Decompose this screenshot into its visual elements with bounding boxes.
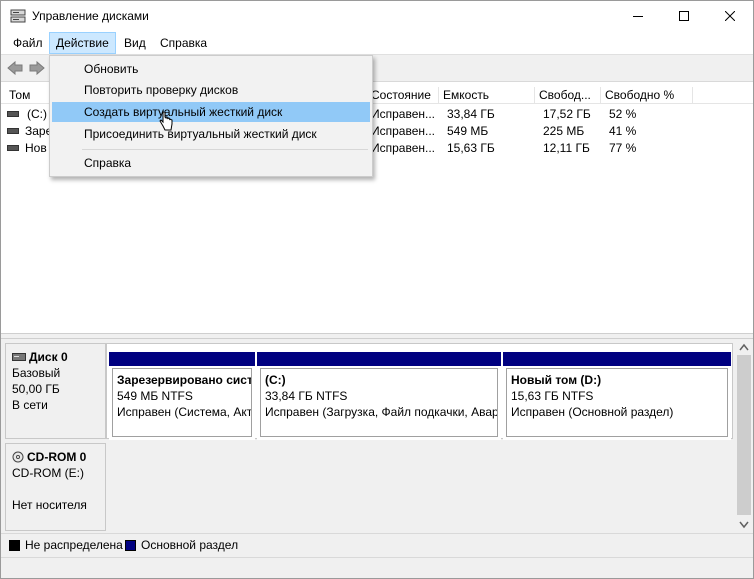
column-header-status[interactable]: Состояние xyxy=(367,87,439,104)
volume-capacity: 33,84 ГБ xyxy=(447,107,495,121)
partition-name: Новый том (D:) xyxy=(511,373,602,387)
cdrom-0-label[interactable]: CD-ROM 0 CD-ROM (E:) Нет носителя xyxy=(5,443,106,531)
menu-file[interactable]: Файл xyxy=(7,32,49,54)
volume-status: Исправен... xyxy=(371,141,436,155)
partition-status: Исправен (Система, Акт xyxy=(117,405,252,419)
arrow-left-icon xyxy=(7,61,23,75)
volume-capacity: 549 МБ xyxy=(447,124,489,138)
disk-0-partitions: Зарезервировано сист 549 МБ NTFS Исправе… xyxy=(106,343,733,440)
disk-icon xyxy=(12,353,26,361)
close-button[interactable] xyxy=(707,1,753,31)
cdrom-0-area xyxy=(106,443,733,531)
window-title: Управление дисками xyxy=(32,9,149,23)
minimize-button[interactable] xyxy=(615,1,661,31)
volume-free: 17,52 ГБ xyxy=(543,107,591,121)
volume-icon xyxy=(7,145,19,151)
cdrom-0-name: CD-ROM 0 xyxy=(27,450,87,464)
partition-info: Новый том (D:) 15,63 ГБ NTFS Исправен (О… xyxy=(506,368,728,437)
legend-swatch-primary xyxy=(125,540,136,551)
minimize-icon xyxy=(633,16,643,17)
maximize-button[interactable] xyxy=(661,1,707,31)
partition-status: Исправен (Загрузка, Файл подкачки, Авар xyxy=(265,405,498,419)
volume-icon xyxy=(7,111,19,117)
scroll-down-icon[interactable] xyxy=(739,521,749,529)
partition-name: (C:) xyxy=(265,373,286,387)
arrow-right-icon xyxy=(29,61,45,75)
scrollbar-thumb[interactable] xyxy=(737,355,751,515)
legend-label-unallocated: Не распределена xyxy=(25,538,123,552)
disk-0-state: В сети xyxy=(12,398,48,412)
menu-bar: Файл Действие Вид Справка xyxy=(1,32,753,54)
partition-bar xyxy=(503,352,731,366)
menu-action[interactable]: Действие xyxy=(49,32,116,54)
legend: Не распределена Основной раздел xyxy=(1,533,753,557)
volume-icon xyxy=(7,128,19,134)
action-menu-dropdown: Обновить Повторить проверку дисков Созда… xyxy=(49,55,373,177)
menu-separator xyxy=(82,149,368,150)
volume-free-percent: 41 % xyxy=(609,124,637,138)
maximize-icon xyxy=(679,11,689,21)
menu-view[interactable]: Вид xyxy=(118,32,152,54)
disk-management-icon xyxy=(10,9,26,23)
forward-button[interactable] xyxy=(27,59,47,77)
partition-size: 33,84 ГБ NTFS xyxy=(265,389,348,403)
cd-icon xyxy=(12,451,24,463)
volume-status: Исправен... xyxy=(371,107,436,121)
close-icon xyxy=(725,11,735,21)
disk-0-type: Базовый xyxy=(12,366,61,380)
column-header-free-percent[interactable]: Свободно % xyxy=(601,87,693,104)
volume-status: Исправен... xyxy=(371,124,436,138)
status-bar xyxy=(1,557,753,578)
scroll-up-icon[interactable] xyxy=(739,343,749,351)
disk-0-label[interactable]: Диск 0 Базовый 50,00 ГБ В сети xyxy=(5,343,106,439)
cdrom-0-state: Нет носителя xyxy=(12,498,87,512)
volume-free: 225 МБ xyxy=(543,124,585,138)
partition-info: Зарезервировано сист 549 МБ NTFS Исправе… xyxy=(112,368,252,437)
menu-item-help[interactable]: Справка xyxy=(52,153,370,173)
partition-d[interactable]: Новый том (D:) 15,63 ГБ NTFS Исправен (О… xyxy=(503,352,731,440)
volume-free-percent: 52 % xyxy=(609,107,637,121)
hand-cursor-icon xyxy=(159,111,173,131)
volume-free: 12,11 ГБ xyxy=(543,141,590,155)
legend-swatch-unallocated xyxy=(9,540,20,551)
partition-name: Зарезервировано сист xyxy=(117,373,252,387)
menu-help[interactable]: Справка xyxy=(154,32,213,54)
partition-reserved[interactable]: Зарезервировано сист 549 МБ NTFS Исправе… xyxy=(109,352,255,440)
title-bar: Управление дисками xyxy=(1,1,753,31)
partition-c[interactable]: (C:) 33,84 ГБ NTFS Исправен (Загрузка, Ф… xyxy=(257,352,501,440)
volume-capacity: 15,63 ГБ xyxy=(447,141,495,155)
disk-map-scrollbar[interactable] xyxy=(735,339,753,533)
disk-0-title: Диск 0 xyxy=(12,349,99,365)
disk-0-name: Диск 0 xyxy=(29,350,68,364)
disk-map: Диск 0 Базовый 50,00 ГБ В сети Зарезерви… xyxy=(1,339,753,533)
cdrom-0-size xyxy=(12,481,99,497)
partition-bar xyxy=(109,352,255,366)
partition-size: 549 МБ NTFS xyxy=(117,389,193,403)
column-header-capacity[interactable]: Емкость xyxy=(439,87,535,104)
legend-label-primary: Основной раздел xyxy=(141,538,239,552)
menu-item-refresh[interactable]: Обновить xyxy=(52,59,370,79)
disk-management-window: Управление дисками Файл Действие Вид Спр… xyxy=(0,0,754,579)
partition-bar xyxy=(257,352,501,366)
cdrom-0-title: CD-ROM 0 xyxy=(12,449,99,465)
disk-0-size: 50,00 ГБ xyxy=(12,382,60,396)
back-button[interactable] xyxy=(5,59,25,77)
partition-size: 15,63 ГБ NTFS xyxy=(511,389,594,403)
menu-item-attach-vhd[interactable]: Присоединить виртуальный жесткий диск xyxy=(52,124,370,144)
partition-info: (C:) 33,84 ГБ NTFS Исправен (Загрузка, Ф… xyxy=(260,368,498,437)
column-header-free[interactable]: Свобод... xyxy=(535,87,601,104)
menu-item-create-vhd[interactable]: Создать виртуальный жесткий диск xyxy=(52,102,370,122)
menu-item-rescan-disks[interactable]: Повторить проверку дисков xyxy=(52,80,370,100)
cdrom-0-type: CD-ROM (E:) xyxy=(12,466,84,480)
partition-status: Исправен (Основной раздел) xyxy=(511,405,674,419)
volume-free-percent: 77 % xyxy=(609,141,637,155)
